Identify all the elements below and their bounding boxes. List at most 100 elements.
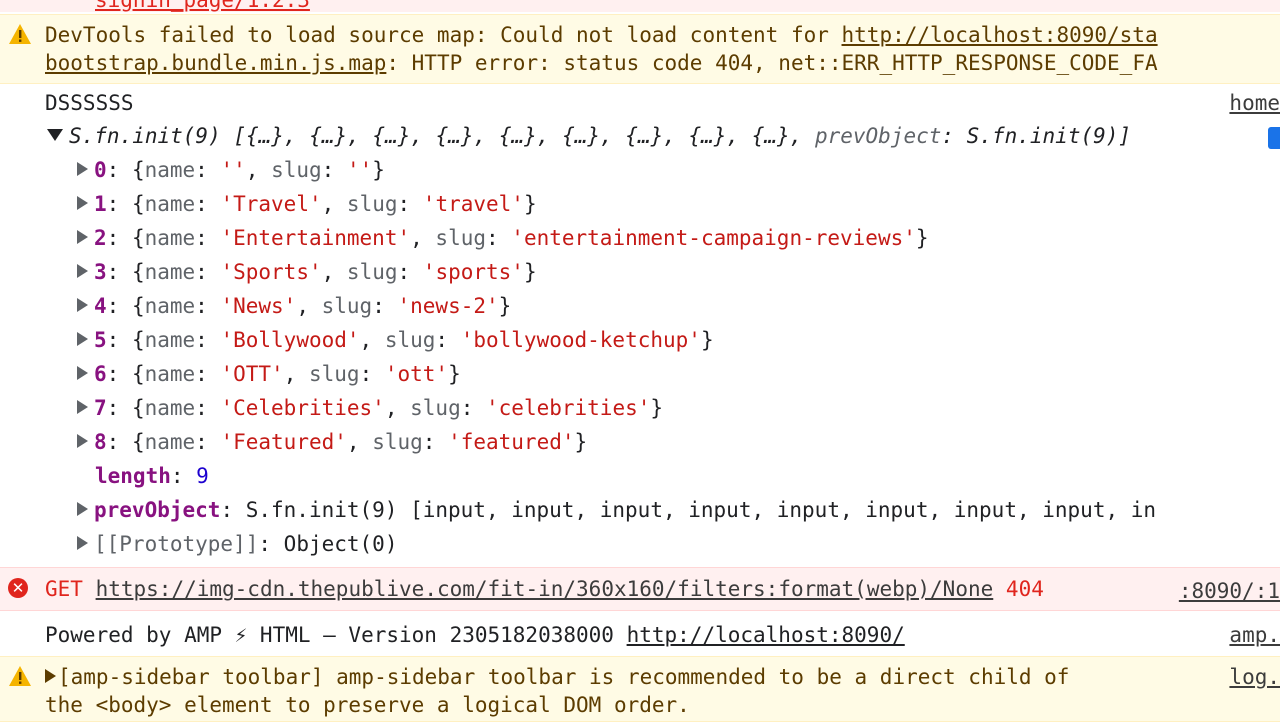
entry-name-key: name — [144, 294, 196, 318]
expand-triangle-icon[interactable] — [77, 264, 88, 278]
prototype-property[interactable]: [[Prototype]]: Object(0) — [77, 530, 397, 558]
entry-slug-key: slug — [271, 158, 322, 182]
expand-triangle-icon[interactable] — [77, 536, 88, 550]
expand-triangle-icon[interactable] — [77, 196, 88, 210]
object-entry[interactable]: 6: {name: 'OTT', slug: 'ott'} — [77, 360, 461, 388]
entry-index: 5 — [94, 328, 107, 352]
error-line: GET https://img-cdn.thepublive.com/fit-i… — [45, 575, 1044, 603]
error-source-link[interactable]: :8090/:1 — [1179, 577, 1280, 605]
entry-index: 1 — [94, 192, 107, 216]
object-entry[interactable]: 4: {name: 'News', slug: 'news-2'} — [77, 292, 511, 320]
warning-icon — [8, 23, 32, 50]
warning-line-1: DevTools failed to load source map: Coul… — [45, 21, 1158, 49]
entry-slug-key: slug — [435, 226, 486, 250]
entry-index: 0 — [94, 158, 107, 182]
warning-detail: : HTTP error: status code 404, net::ERR_… — [386, 51, 1158, 75]
entry-slug-key: slug — [321, 294, 373, 318]
source-map-warning: DevTools failed to load source map: Coul… — [0, 14, 1280, 84]
error-icon: ✕ — [8, 578, 28, 598]
entry-slug-key: slug — [384, 328, 436, 352]
object-entry[interactable]: 7: {name: 'Celebrities', slug: 'celebrit… — [77, 394, 663, 422]
prev-object-property[interactable]: prevObject: S.fn.init(9) [input, input, … — [77, 496, 1156, 524]
warning-message: DevTools failed to load source map: Coul… — [45, 23, 842, 47]
entry-name-key: name — [144, 260, 196, 284]
previous-log-link[interactable]: signin_page/1:2:3 — [95, 0, 310, 12]
amp-source-link[interactable]: amp. — [1229, 621, 1280, 649]
request-method: GET — [45, 577, 83, 601]
entry-slug-key: slug — [410, 396, 461, 420]
entry-name-key: name — [144, 362, 196, 386]
entry-name-value: 'OTT' — [220, 362, 284, 386]
object-entry[interactable]: 2: {name: 'Entertainment', slug: 'entert… — [77, 224, 929, 252]
log-source-link[interactable]: home — [1229, 89, 1280, 117]
entry-index: 6 — [94, 362, 107, 386]
previous-log-row: signin_page/1:2:3 — [0, 0, 1280, 12]
length-property: length: 9 — [95, 464, 209, 488]
previous-log-text: signin_page/1:2:3 — [95, 0, 310, 12]
entry-index: 4 — [94, 294, 107, 318]
object-header[interactable]: S.fn.init(9) [{…}, {…}, {…}, {…}, {…}, {… — [47, 122, 1131, 150]
status-code: 404 — [1005, 577, 1044, 601]
warning2-message: [amp-sidebar toolbar] amp-sidebar toolba… — [58, 665, 1070, 689]
prototype-key: [[Prototype]] — [94, 532, 259, 556]
expand-triangle-icon[interactable] — [77, 434, 88, 448]
prototype-value: Object(0) — [283, 532, 398, 556]
object-entry[interactable]: 1: {name: 'Travel', slug: 'travel'} — [77, 190, 537, 218]
expand-triangle-icon[interactable] — [77, 298, 88, 312]
info-icon[interactable] — [1268, 127, 1280, 149]
entry-slug-value: 'news-2' — [397, 294, 499, 318]
prev-object-value: S.fn.init(9) [input, input, input, input… — [245, 498, 1157, 522]
entry-name-key: name — [144, 226, 196, 250]
object-entry[interactable]: 5: {name: 'Bollywood', slug: 'bollywood-… — [77, 326, 714, 354]
length-value: 9 — [196, 464, 209, 488]
request-url-link[interactable]: https://img-cdn.thepublive.com/fit-in/36… — [96, 577, 994, 601]
entry-name-value: 'Entertainment' — [220, 226, 411, 250]
entry-slug-key: slug — [346, 192, 398, 216]
expand-triangle-icon[interactable] — [77, 400, 88, 414]
object-preview: S.fn.init(9) [{…}, {…}, {…}, {…}, {…}, {… — [69, 124, 815, 148]
warning-icon — [8, 665, 32, 692]
source-map-link[interactable]: http://localhost:8090/sta — [842, 23, 1158, 47]
length-key: length — [95, 464, 171, 488]
entry-slug-value: 'ott' — [384, 362, 449, 386]
entry-name-key: name — [144, 430, 196, 454]
object-entry[interactable]: 3: {name: 'Sports', slug: 'sports'} — [77, 258, 537, 286]
amp-sidebar-warning: [amp-sidebar toolbar] amp-sidebar toolba… — [0, 656, 1280, 722]
amp-log-message: Powered by AMP ⚡ HTML — Version 23051820… — [45, 623, 627, 647]
warning2-source-link[interactable]: log. — [1229, 663, 1280, 691]
warning2-line-2: the <body> element to preserve a logical… — [45, 693, 690, 717]
object-entry[interactable]: 8: {name: 'Featured', slug: 'featured'} — [77, 428, 587, 456]
entry-index: 2 — [94, 226, 107, 250]
expand-triangle-icon[interactable] — [77, 332, 88, 346]
expand-triangle-icon[interactable] — [77, 502, 88, 516]
entry-slug-value: 'bollywood-ketchup' — [460, 328, 701, 352]
collapse-triangle-icon[interactable] — [47, 129, 63, 141]
warning-line-2: bootstrap.bundle.min.js.map: HTTP error:… — [45, 49, 1158, 77]
expand-triangle-icon[interactable] — [77, 230, 88, 244]
log-message: DSSSSSS — [45, 91, 134, 115]
amp-log-line: Powered by AMP ⚡ HTML — Version 23051820… — [45, 621, 905, 649]
entry-slug-value: 'sports' — [422, 260, 524, 284]
entry-name-key: name — [144, 396, 196, 420]
entry-slug-value: 'featured' — [448, 430, 575, 454]
prev-object-key: prevObject — [94, 498, 221, 522]
entry-name-value: 'Travel' — [220, 192, 322, 216]
entry-slug-value: 'entertainment-campaign-reviews' — [511, 226, 916, 250]
entry-name-key: name — [144, 192, 196, 216]
object-preview-prev-key: prevObject — [814, 124, 942, 148]
entry-name-value: 'Bollywood' — [220, 328, 360, 352]
expand-triangle-icon[interactable] — [77, 366, 88, 380]
entry-name-value: 'Featured' — [220, 430, 347, 454]
warning2-line-1[interactable]: [amp-sidebar toolbar] amp-sidebar toolba… — [45, 663, 1069, 691]
object-entry[interactable]: 0: {name: '', slug: ''} — [77, 156, 385, 184]
expand-triangle-icon[interactable] — [77, 162, 88, 176]
entry-slug-key: slug — [372, 430, 423, 454]
expand-triangle-icon[interactable] — [45, 669, 56, 683]
entry-name-key: name — [144, 328, 196, 352]
amp-localhost-link[interactable]: http://localhost:8090/ — [627, 623, 905, 647]
entry-index: 8 — [94, 430, 107, 454]
entry-slug-key: slug — [308, 362, 360, 386]
map-file-link[interactable]: bootstrap.bundle.min.js.map — [45, 51, 386, 75]
entry-name-value: 'News' — [220, 294, 297, 318]
entry-index: 3 — [94, 260, 107, 284]
